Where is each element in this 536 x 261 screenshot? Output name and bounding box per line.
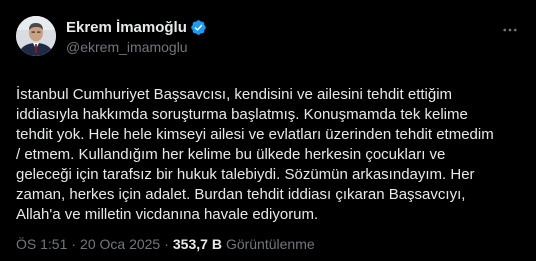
tweet-text: İstanbul Cumhuriyet Başsavcısı, kendisin… [16, 86, 494, 223]
verified-badge-icon[interactable] [190, 19, 207, 36]
tweet-time[interactable]: ÖS 1:51 [16, 236, 67, 252]
tweet-header: Ekrem İmamoğlu @ekrem_imamoglu [16, 16, 520, 60]
tweet-date[interactable]: 20 Oca 2025 [80, 236, 160, 252]
name-row: Ekrem İmamoğlu [66, 19, 207, 36]
meta-separator: · [164, 236, 169, 252]
tweet-meta: ÖS 1:51 · 20 Oca 2025 · 353,7 B Görüntül… [16, 236, 315, 252]
author-handle[interactable]: @ekrem_imamoglu [66, 39, 207, 56]
tweet-card: Ekrem İmamoğlu @ekrem_imamoglu İstanbul … [0, 0, 536, 261]
author-names: Ekrem İmamoğlu @ekrem_imamoglu [66, 19, 207, 56]
avatar[interactable] [16, 16, 56, 56]
meta-separator: · [71, 236, 77, 252]
views-count[interactable]: 353,7 B [173, 236, 222, 252]
author-display-name[interactable]: Ekrem İmamoğlu [66, 19, 187, 36]
avatar-photo [16, 16, 56, 56]
views-label: Görüntülenme [225, 236, 315, 252]
more-horizontal-icon[interactable] [500, 20, 520, 40]
